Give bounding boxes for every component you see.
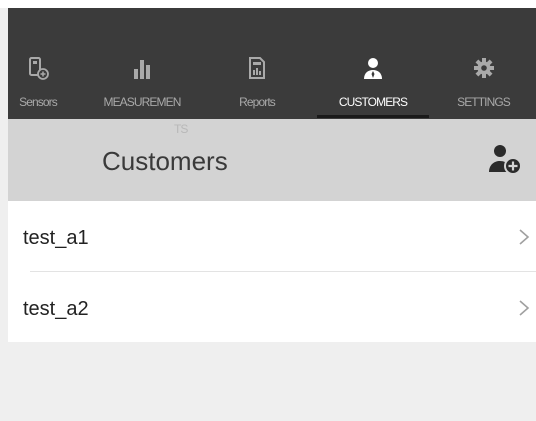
bar-chart-icon [131,56,153,80]
tab-customers-label: CUSTOMERS [338,95,408,109]
tab-settings-label: SETTINGS [457,95,511,109]
chevron-right-icon [518,228,530,246]
sensor-icon [27,56,49,80]
add-person-icon [489,145,522,175]
chevron-right-icon [518,299,530,317]
tab-measurements[interactable]: MEASUREMEN [91,8,193,119]
report-icon [246,56,268,80]
top-strip [0,0,536,8]
tab-bar: Sensors MEASUREMEN Reports CUSTOMERS SET… [8,8,536,119]
active-tab-indicator [317,115,429,118]
add-customer-button[interactable] [487,143,523,177]
page-header [8,119,536,201]
customer-name: test_a2 [23,298,89,320]
customer-list: test_a1 test_a2 [8,201,536,342]
person-icon [362,56,384,80]
tab-customers[interactable]: CUSTOMERS [317,8,429,119]
list-item[interactable]: test_a2 [8,272,536,342]
tab-reports-label: Reports [239,95,276,109]
gear-icon [473,56,495,80]
tab-sensors[interactable]: Sensors [11,8,65,119]
tab-settings[interactable]: SETTINGS [441,8,526,119]
customer-name: test_a1 [23,227,89,249]
page-title: Customers [102,146,228,176]
tab-sensors-label: Sensors [19,95,58,109]
list-item[interactable]: test_a1 [8,201,536,271]
tab-label-overflow: TS [174,122,188,136]
tab-reports[interactable]: Reports [222,8,292,119]
tab-measurements-label: MEASUREMEN [103,95,181,109]
